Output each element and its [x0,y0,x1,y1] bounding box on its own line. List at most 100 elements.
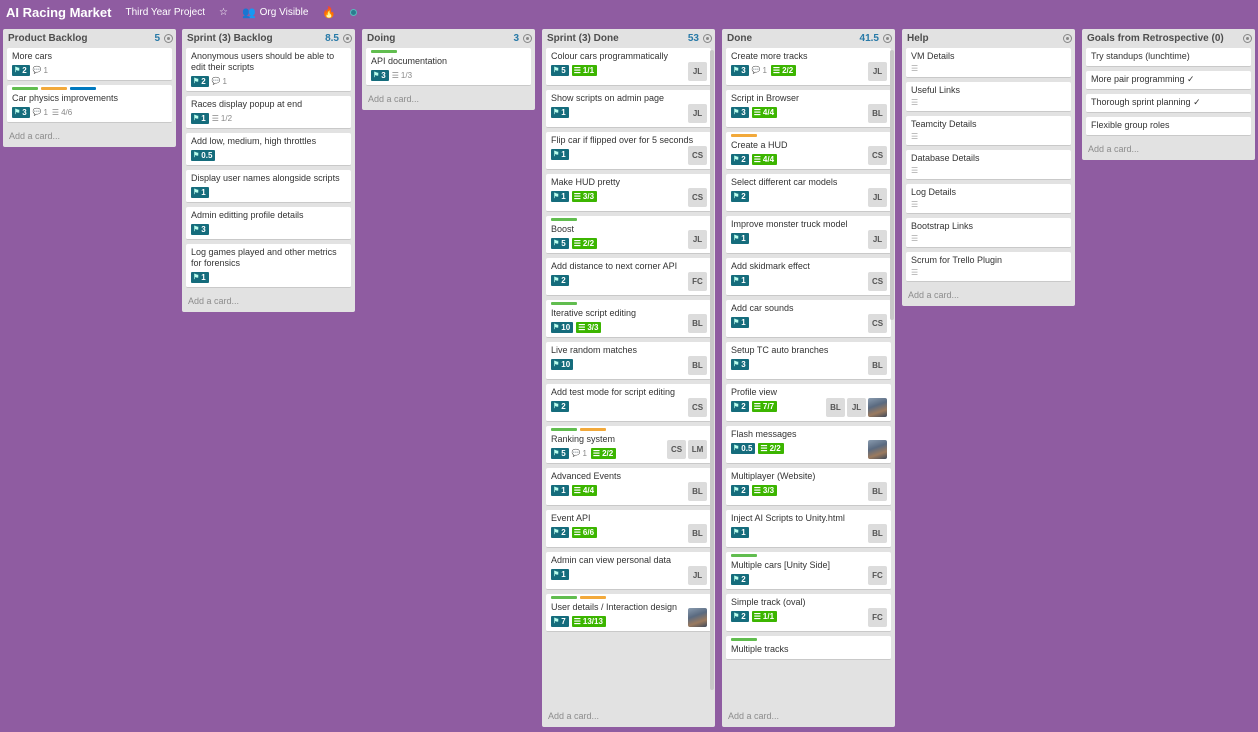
scrollbar[interactable] [890,50,894,320]
member-avatar[interactable]: JL [868,62,887,81]
member-avatar[interactable]: BL [868,104,887,123]
member-avatar[interactable]: CS [667,440,686,459]
card[interactable]: Add low, medium, high throttles ⚑ 0.5 [186,133,351,166]
add-card-link[interactable]: Add a card... [182,292,355,312]
member-avatar[interactable]: BL [688,314,707,333]
card[interactable]: Useful Links ☰ [906,82,1071,112]
card[interactable]: API documentation ⚑ 3 ☰ 1/3 [366,48,531,86]
list-menu-icon[interactable] [164,34,173,43]
member-avatar[interactable]: CS [688,146,707,165]
member-avatar[interactable]: BL [688,482,707,501]
member-avatar[interactable]: JL [688,62,707,81]
card[interactable]: Select different car models ⚑ 2 JL [726,174,891,212]
card[interactable]: Profile view ⚑ 2 ☰ 7/7 BL JL [726,384,891,422]
member-avatar[interactable]: BL [688,356,707,375]
card[interactable]: Database Details ☰ [906,150,1071,180]
member-avatar[interactable]: JL [688,230,707,249]
flame-icon[interactable]: 🔥 [322,6,336,19]
card[interactable]: Display user names alongside scripts ⚑ 1 [186,170,351,203]
card[interactable]: Teamcity Details ☰ [906,116,1071,146]
list-title[interactable]: Sprint (3) Backlog [187,33,273,44]
card[interactable]: User details / Interaction design ⚑ 7 ☰ 13/1… [546,594,711,632]
member-avatar[interactable]: BL [868,482,887,501]
card[interactable]: Add car sounds ⚑ 1 CS [726,300,891,338]
card[interactable]: Flip car if flipped over for 5 seconds ⚑ 1… [546,132,711,170]
card[interactable]: Anonymous users should be able to edit t… [186,48,351,92]
card[interactable]: Live random matches ⚑ 10 BL [546,342,711,380]
member-avatar[interactable]: FC [688,272,707,291]
add-card-link[interactable]: Add a card... [722,707,895,727]
star-icon[interactable]: ☆ [219,7,228,18]
card[interactable]: Try standups (lunchtime) [1086,48,1251,67]
card[interactable]: Script in Browser ⚑ 3 ☰ 4/4 BL [726,90,891,128]
card[interactable]: Flexible group roles [1086,117,1251,136]
card[interactable]: More pair programming ✓ [1086,71,1251,90]
list-menu-icon[interactable] [523,34,532,43]
member-avatar[interactable]: CS [688,398,707,417]
add-card-link[interactable]: Add a card... [3,127,176,147]
list-title[interactable]: Goals from Retrospective (0) [1087,33,1224,44]
member-avatar[interactable]: JL [688,566,707,585]
add-card-link[interactable]: Add a card... [362,90,535,110]
member-avatar[interactable]: LM [688,440,707,459]
member-avatar[interactable]: CS [688,188,707,207]
card[interactable]: Create more tracks ⚑ 3 💬 1 ☰ 2/2 JL [726,48,891,86]
member-avatar[interactable]: BL [826,398,845,417]
card[interactable]: VM Details ☰ [906,48,1071,78]
card[interactable]: Iterative script editing ⚑ 10 ☰ 3/3 BL [546,300,711,338]
avatar-photo[interactable] [868,440,887,459]
member-avatar[interactable]: CS [868,314,887,333]
add-card-link[interactable]: Add a card... [1082,140,1255,160]
card[interactable]: Flash messages ⚑ 0.5 ☰ 2/2 [726,426,891,464]
avatar-photo[interactable] [868,398,887,417]
list-title[interactable]: Product Backlog [8,33,87,44]
member-avatar[interactable]: BL [868,356,887,375]
card[interactable]: Log Details ☰ [906,184,1071,214]
card[interactable]: Scrum for Trello Plugin ☰ [906,252,1071,282]
avatar-photo[interactable] [688,608,707,627]
list-menu-icon[interactable] [1243,34,1252,43]
member-avatar[interactable]: BL [868,524,887,543]
list-title[interactable]: Done [727,33,752,44]
member-avatar[interactable]: FC [868,608,887,627]
member-avatar[interactable]: JL [868,188,887,207]
card[interactable]: Colour cars programmatically ⚑ 5 ☰ 1/1 JL [546,48,711,86]
card[interactable]: Show scripts on admin page ⚑ 1 JL [546,90,711,128]
card[interactable]: Races display popup at end ⚑ 1 ☰ 1/2 [186,96,351,129]
card[interactable]: Add test mode for script editing ⚑ 2 CS [546,384,711,422]
member-avatar[interactable]: CS [868,272,887,291]
list-title[interactable]: Sprint (3) Done [547,33,619,44]
add-card-link[interactable]: Add a card... [902,286,1075,306]
card[interactable]: Advanced Events ⚑ 1 ☰ 4/4 BL [546,468,711,506]
member-avatar[interactable]: JL [847,398,866,417]
list-title[interactable]: Help [907,33,929,44]
member-avatar[interactable]: JL [688,104,707,123]
card[interactable]: Thorough sprint planning ✓ [1086,94,1251,113]
card[interactable]: Car physics improvements ⚑ 3 💬 1 ☰ 4/6 [7,85,172,123]
list-title[interactable]: Doing [367,33,395,44]
card[interactable]: Ranking system ⚑ 5 💬 1 ☰ 2/2 CS LM [546,426,711,464]
scrollbar[interactable] [710,50,714,690]
power-up-icon[interactable] [350,8,358,16]
card[interactable]: More cars ⚑ 2 💬 1 [7,48,172,81]
card[interactable]: Improve monster truck model ⚑ 1 JL [726,216,891,254]
list-menu-icon[interactable] [703,34,712,43]
visibility-button[interactable]: 👥 Org Visible [242,6,308,19]
card[interactable]: Add distance to next corner API ⚑ 2 FC [546,258,711,296]
member-avatar[interactable]: BL [688,524,707,543]
list-menu-icon[interactable] [1063,34,1072,43]
card[interactable]: Simple track (oval) ⚑ 2 ☰ 1/1 FC [726,594,891,632]
card[interactable]: Setup TC auto branches ⚑ 3 BL [726,342,891,380]
card[interactable]: Add skidmark effect ⚑ 1 CS [726,258,891,296]
card[interactable]: Event API ⚑ 2 ☰ 6/6 BL [546,510,711,548]
card[interactable]: Log games played and other metrics for f… [186,244,351,288]
card[interactable]: Bootstrap Links ☰ [906,218,1071,248]
member-avatar[interactable]: CS [868,146,887,165]
card[interactable]: Boost ⚑ 5 ☰ 2/2 JL [546,216,711,254]
add-card-link[interactable]: Add a card... [542,707,715,727]
card[interactable]: Multiple tracks [726,636,891,660]
list-menu-icon[interactable] [343,34,352,43]
board-title[interactable]: AI Racing Market [6,5,111,20]
member-avatar[interactable]: JL [868,230,887,249]
card[interactable]: Inject AI Scripts to Unity.html ⚑ 1 BL [726,510,891,548]
